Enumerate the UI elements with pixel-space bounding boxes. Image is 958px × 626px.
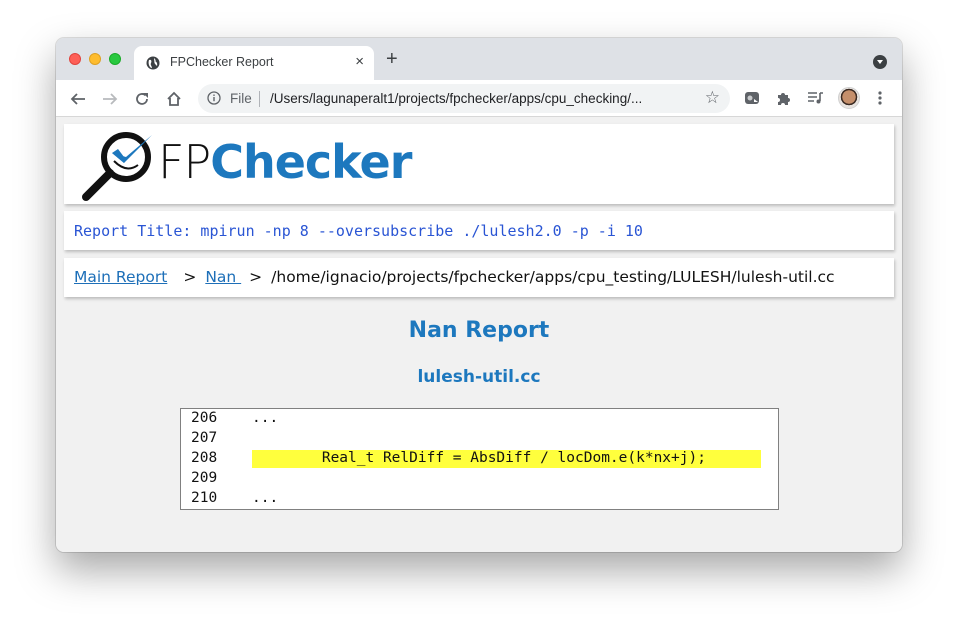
line-number: 210 <box>191 490 218 506</box>
scheme-separator <box>259 91 260 107</box>
new-tab-button[interactable]: + <box>386 49 398 69</box>
code-line: 210 ... <box>181 489 778 509</box>
tab-strip: FPChecker Report × + <box>56 38 902 80</box>
browser-window: FPChecker Report × + File /Users/lagunap… <box>56 38 902 552</box>
breadcrumb-main-report[interactable]: Main Report <box>74 268 167 286</box>
report-title-card: Report Title: mpirun -np 8 --oversubscri… <box>64 211 894 250</box>
magnifier-check-icon <box>82 132 152 201</box>
minimize-window-button[interactable] <box>89 53 101 65</box>
reload-icon <box>136 93 148 105</box>
close-window-button[interactable] <box>69 53 81 65</box>
breadcrumb-separator: > <box>249 268 263 286</box>
code-line: 206 ... <box>181 409 778 429</box>
home-button[interactable] <box>163 88 185 110</box>
forward-button[interactable] <box>99 88 121 110</box>
address-bar[interactable]: File /Users/lagunaperalt1/projects/fpche… <box>198 84 730 113</box>
browser-toolbar: File /Users/lagunaperalt1/projects/fpche… <box>56 80 902 117</box>
breadcrumb: Main Report > Nan > /home/ignacio/projects/… <box>64 258 894 297</box>
code-line: 209 <box>181 469 778 489</box>
tab-fpchecker-report[interactable]: FPChecker Report × <box>134 46 374 80</box>
page-title: Nan Report <box>408 318 550 343</box>
line-source: ... <box>252 490 279 506</box>
logo-wordmark: FPChecker <box>158 134 412 190</box>
media-queue-icon[interactable] <box>807 89 825 107</box>
info-icon[interactable] <box>207 91 221 105</box>
line-number: 209 <box>191 470 218 486</box>
code-line-highlighted: 208 Real_t RelDiff = AbsDiff / locDom.e(… <box>181 449 778 469</box>
kebab-menu-icon[interactable] <box>871 89 889 107</box>
screen-capture-icon[interactable] <box>743 89 761 107</box>
avatar[interactable] <box>838 87 860 109</box>
report-title: Report Title: mpirun -np 8 --oversubscri… <box>74 222 643 240</box>
bookmark-star-icon[interactable]: ☆ <box>705 88 720 108</box>
url-scheme: File <box>230 91 252 106</box>
breadcrumb-nan[interactable]: Nan <box>205 268 241 286</box>
code-line: 207 <box>181 429 778 449</box>
line-source: ... <box>252 410 279 426</box>
line-source: Real_t RelDiff = AbsDiff / locDom.e(k*nx… <box>252 450 761 468</box>
breadcrumb-separator: > <box>183 268 197 286</box>
url-text[interactable]: /Users/lagunaperalt1/projects/fpchecker/… <box>270 91 642 106</box>
arrow-right-icon <box>103 93 118 105</box>
logo-checker: Checker <box>210 135 412 189</box>
breadcrumb-file-path: /home/ignacio/projects/fpchecker/apps/cp… <box>271 268 835 286</box>
page-content: FPChecker Report Title: mpirun -np 8 --o… <box>56 118 902 552</box>
zoom-window-button[interactable] <box>109 53 121 65</box>
line-number: 208 <box>191 450 218 466</box>
tab-search-icon[interactable] <box>873 55 887 69</box>
tab-title: FPChecker Report <box>170 55 274 69</box>
reload-button[interactable] <box>131 88 153 110</box>
arrow-left-icon <box>70 93 85 105</box>
home-icon <box>167 91 181 106</box>
puzzle-icon[interactable] <box>775 89 793 107</box>
line-number: 207 <box>191 430 218 446</box>
code-snippet: 206 ... 207 208 Real_t RelDiff = AbsDiff… <box>180 408 779 510</box>
tab-close-icon[interactable]: × <box>355 53 364 70</box>
globe-icon <box>146 56 160 70</box>
back-button[interactable] <box>67 88 89 110</box>
logo-fp: FP <box>158 135 211 189</box>
file-title: lulesh-util.cc <box>417 367 541 387</box>
logo-banner: FPChecker <box>64 124 894 204</box>
line-number: 206 <box>191 410 218 426</box>
